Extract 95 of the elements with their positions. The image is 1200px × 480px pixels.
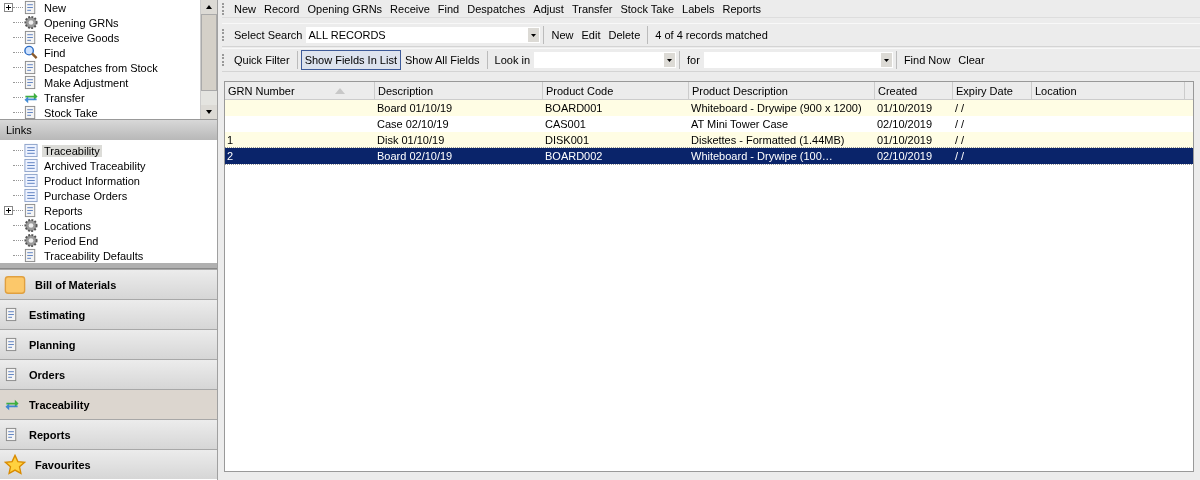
table-cell: CAS001	[545, 118, 586, 130]
arrows-icon	[4, 397, 20, 412]
list-icon	[23, 143, 39, 158]
column-header[interactable]: GRN Number	[225, 82, 375, 99]
tree-item[interactable]: Receive Goods	[42, 31, 122, 44]
table-cell: / /	[955, 150, 965, 162]
toolbar-button[interactable]: New	[230, 0, 260, 19]
column-header[interactable]: Expiry Date	[953, 82, 1032, 99]
tree-item[interactable]: Locations	[42, 219, 94, 232]
column-header[interactable]: Product Code	[543, 82, 689, 99]
tree-item[interactable]: Traceability	[42, 144, 102, 157]
table-cell: AT Mini Tower Case	[691, 118, 789, 130]
tree-item[interactable]: Find	[42, 46, 68, 59]
table-cell: 01/10/2019	[877, 102, 933, 114]
toolbar-button[interactable]: Quick Filter	[230, 50, 294, 70]
toolbar-button[interactable]: Opening GRNs	[303, 0, 387, 19]
table-cell: BOARD002	[545, 150, 603, 162]
tree-item[interactable]: Make Adjustment	[42, 76, 131, 89]
toolbar-button[interactable]: New	[547, 25, 578, 45]
toolbar-button[interactable]: Edit	[577, 25, 605, 45]
table-row[interactable]: 2 Board 02/10/19 BOARD002 Whiteboard - Drywipe (100… 02/10/2019 / /	[225, 148, 1193, 164]
section-header: Links	[0, 120, 217, 140]
table-cell: 02/10/2019	[877, 150, 933, 162]
tree-item[interactable]: Transfer	[42, 91, 87, 104]
table-cell: 02/10/2019	[877, 118, 933, 130]
toolbar-button[interactable]: Stock Take	[616, 0, 679, 19]
table-cell: DISK001	[545, 134, 590, 146]
table-cell: Board 01/10/19	[377, 102, 453, 114]
expand-toggle[interactable]	[4, 3, 13, 12]
table-cell: / /	[955, 118, 965, 130]
sort-icon	[334, 87, 345, 94]
module-button[interactable]: Estimating	[0, 299, 217, 329]
toolbar-button[interactable]: Clear	[954, 50, 989, 70]
splitter-handle[interactable]	[0, 263, 217, 269]
table-cell: / /	[955, 134, 965, 146]
tree-item[interactable]: Product Information	[42, 174, 142, 187]
column-header[interactable]: Location	[1032, 82, 1185, 99]
table-cell: 1	[227, 134, 234, 146]
table-cell: Whiteboard - Drywipe (100…	[691, 150, 833, 162]
toolbar-button[interactable]: Despatches	[463, 0, 530, 19]
look-in-label: Look in	[493, 54, 532, 66]
toolbar-button[interactable]: Find Now	[899, 50, 955, 70]
arrows-icon	[23, 90, 39, 105]
star-icon	[4, 453, 26, 476]
table-cell: 2	[227, 150, 234, 162]
list-icon	[23, 158, 39, 173]
module-button[interactable]: Bill of Materials	[0, 269, 217, 299]
expand-toggle[interactable]	[4, 206, 13, 215]
table-cell: / /	[955, 102, 965, 114]
tree-item[interactable]: Period End	[42, 234, 101, 247]
module-button[interactable]: Planning	[0, 329, 217, 359]
table-cell: Board 02/10/19	[377, 150, 453, 162]
table-cell: 01/10/2019	[877, 134, 933, 146]
module-button[interactable]: Favourites	[0, 449, 217, 479]
column-header[interactable]: Created	[875, 82, 953, 99]
toolbar-button[interactable]: Adjust	[529, 0, 568, 19]
list-icon	[23, 188, 39, 203]
toolbar-button[interactable]: Receive	[386, 0, 434, 19]
tree-item[interactable]: Purchase Orders	[42, 189, 130, 202]
module-button[interactable]: Orders	[0, 359, 217, 389]
table-row[interactable]: Case 02/10/19 CAS001 AT Mini Tower Case 02/10/2019 / /	[225, 116, 1193, 132]
tree-item[interactable]: Archived Traceability	[42, 159, 148, 172]
for-label: for	[686, 54, 701, 66]
toolbar-button[interactable]: Delete	[604, 25, 645, 45]
scrollbar[interactable]	[200, 0, 217, 119]
tree-item[interactable]: Opening GRNs	[42, 16, 121, 29]
column-header[interactable]: Product Description	[689, 82, 875, 99]
table-cell: Whiteboard - Drywipe (900 x 1200)	[691, 102, 862, 114]
record-count: 4 of 4 records matched	[654, 29, 769, 41]
magnifier-icon	[23, 45, 39, 60]
tree-item[interactable]: Reports	[42, 204, 85, 217]
select-search-label: Select Search	[233, 29, 304, 41]
tree-item[interactable]: Despatches from Stock	[42, 61, 160, 74]
table-row[interactable]: 1 Disk 01/10/19 DISK001 Diskettes - Formatted (1.44MB) 01/10/2019 / /	[225, 132, 1193, 148]
module-button[interactable]: Traceability	[0, 389, 217, 419]
toggle-button[interactable]: Show All Fields	[400, 50, 484, 70]
table-cell: Diskettes - Formatted (1.44MB)	[691, 134, 845, 146]
toolbar-button[interactable]: Find	[433, 0, 464, 19]
module-button[interactable]: Reports	[0, 419, 217, 449]
folder-icon	[4, 273, 26, 296]
toolbar-button[interactable]: Labels	[678, 0, 719, 19]
column-header[interactable]: Description	[375, 82, 543, 99]
toolbar-button[interactable]: Reports	[718, 0, 765, 19]
table-row[interactable]: Board 01/10/19 BOARD001 Whiteboard - Drywipe (900 x 1200) 01/10/2019 / /	[225, 100, 1193, 116]
table-cell: BOARD001	[545, 102, 603, 114]
table-cell: Case 02/10/19	[377, 118, 449, 130]
list-icon	[23, 173, 39, 188]
search-select[interactable]: ALL RECORDS	[306, 27, 541, 43]
toggle-button[interactable]: Show Fields In List	[300, 50, 401, 70]
tree-item[interactable]: Stock Take	[42, 106, 100, 119]
toolbar-button[interactable]: Transfer	[567, 0, 617, 19]
table-cell: Disk 01/10/19	[377, 134, 445, 146]
tree-item[interactable]: New	[42, 1, 68, 14]
tree-item[interactable]: Traceability Defaults	[42, 249, 146, 262]
toolbar-button[interactable]: Record	[260, 0, 304, 19]
